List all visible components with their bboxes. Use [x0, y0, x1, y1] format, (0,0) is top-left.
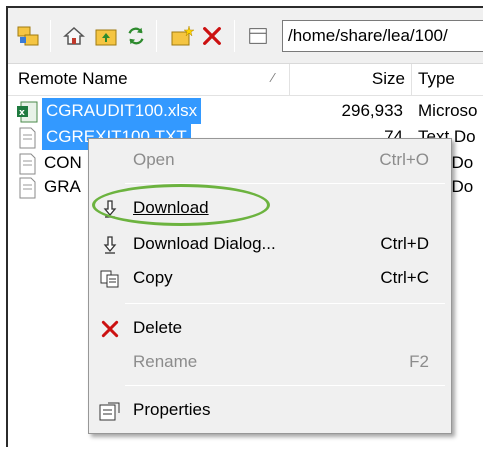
parent-folder-icon[interactable] — [92, 22, 120, 50]
column-remote-name[interactable]: Remote Name — [8, 64, 290, 96]
menu-item-delete[interactable]: Delete — [89, 311, 451, 345]
delete-icon[interactable] — [198, 22, 226, 50]
context-menu: Open Ctrl+O Download Download Dialog... … — [88, 138, 452, 434]
delete-icon — [99, 318, 121, 340]
home-icon[interactable] — [60, 22, 88, 50]
new-folder-icon[interactable] — [168, 22, 196, 50]
file-size: 296,933 — [341, 101, 403, 120]
sort-indicator-icon: ∕ — [272, 70, 275, 85]
menu-item-download-dialog[interactable]: Download Dialog... Ctrl+D — [89, 227, 451, 261]
text-file-icon — [19, 177, 36, 199]
excel-file-icon: x — [17, 101, 38, 123]
text-file-icon — [19, 153, 36, 175]
file-name: CGRAUDIT100.xlsx — [42, 98, 202, 124]
menu-item-copy[interactable]: Copy Ctrl+C — [89, 261, 451, 295]
column-header: Remote Name ∕ Size Type — [8, 64, 483, 96]
table-row[interactable]: x CGRAUDIT100.xlsx 296,933 Microso — [8, 98, 483, 124]
remote-path-input[interactable]: /home/share/lea/100/ — [282, 20, 483, 52]
file-type: Microso — [418, 101, 478, 120]
file-name: GRA — [44, 177, 81, 196]
copy-icon — [99, 268, 121, 290]
toolbar: /home/share/lea/100/ — [8, 8, 483, 64]
menu-item-rename[interactable]: Rename F2 — [89, 345, 451, 379]
column-type[interactable]: Type — [418, 64, 483, 96]
refresh-icon[interactable] — [122, 22, 150, 50]
file-name: CON — [44, 153, 82, 172]
menu-item-open[interactable]: Open Ctrl+O — [89, 143, 451, 177]
svg-text:x: x — [19, 108, 25, 118]
download-arrow-icon — [99, 198, 121, 220]
copy-folder-icon[interactable] — [14, 22, 42, 50]
menu-item-properties[interactable]: Properties — [89, 393, 451, 427]
column-size[interactable]: Size — [290, 64, 412, 96]
path-dropdown-icon[interactable] — [244, 22, 272, 50]
menu-item-download[interactable]: Download — [89, 191, 451, 225]
file-transfer-window: /home/share/lea/100/ Remote Name ∕ Size … — [6, 6, 483, 447]
text-file-icon — [19, 127, 36, 149]
download-arrow-icon — [99, 234, 121, 256]
properties-icon — [99, 400, 121, 422]
